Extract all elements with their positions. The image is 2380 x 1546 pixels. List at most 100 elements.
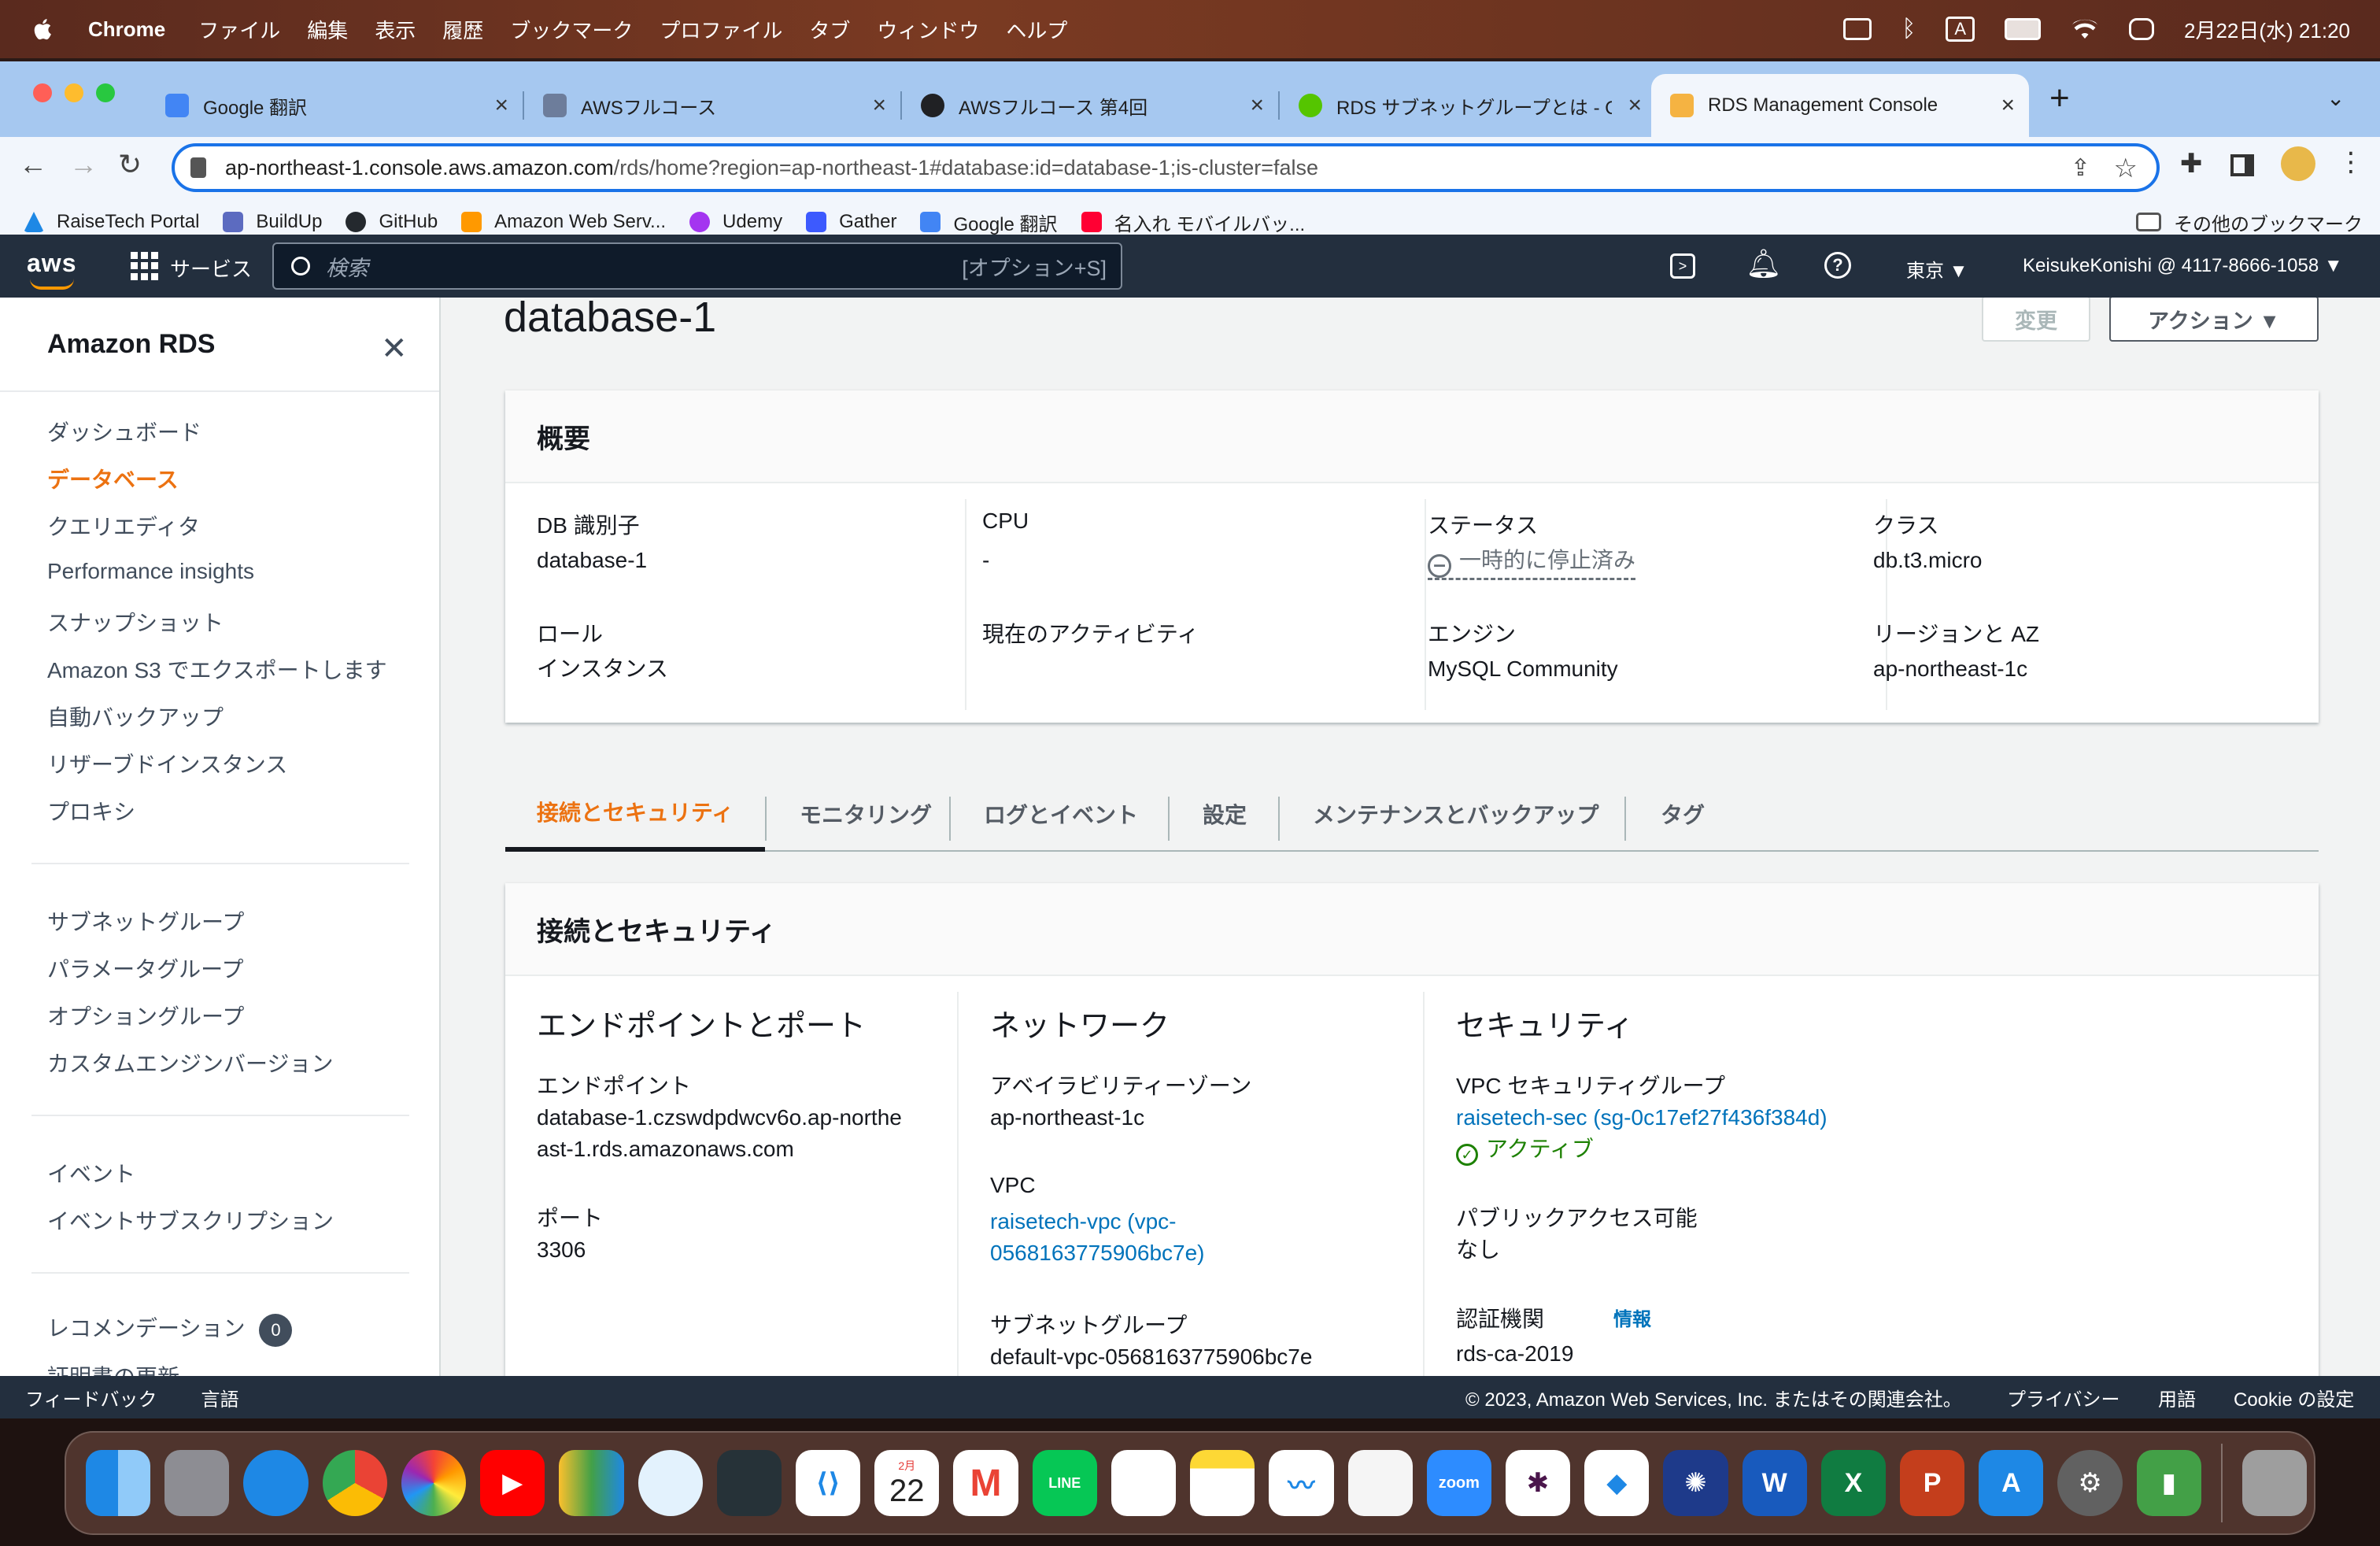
cookie-settings-link[interactable]: Cookie の設定 <box>2234 1384 2354 1411</box>
aws-logo[interactable]: aws <box>27 249 76 290</box>
notifications-bell-icon[interactable]: 🔔︎ <box>1746 247 1782 280</box>
trash-icon[interactable] <box>2241 1450 2308 1516</box>
browser-tab-google-translate[interactable]: Google 翻訳 × <box>146 74 523 137</box>
excel-icon[interactable]: X <box>1820 1450 1887 1516</box>
menu-view[interactable]: 表示 <box>375 15 416 44</box>
display-icon[interactable] <box>1843 18 1872 40</box>
battery-icon[interactable] <box>2005 18 2042 40</box>
profile-avatar[interactable] <box>2281 146 2315 181</box>
tab-close-icon[interactable]: × <box>872 92 886 119</box>
actions-button[interactable]: アクション ▼ <box>2109 298 2319 342</box>
photos-icon[interactable] <box>401 1450 467 1516</box>
apple-icon[interactable] <box>30 16 57 43</box>
window-minimize-button[interactable] <box>65 83 83 102</box>
bookmark-buildup[interactable]: BuildUp <box>223 211 322 233</box>
sidebar-item-query-editor[interactable]: クエリエディタ <box>47 510 200 542</box>
sidebar-item-custom-engine-versions[interactable]: カスタムエンジンバージョン <box>47 1047 333 1078</box>
safari-icon[interactable] <box>243 1450 309 1516</box>
bluetooth-icon[interactable]: ᛒ <box>1901 16 1916 43</box>
extensions-icon[interactable]: ✚ <box>2180 148 2203 179</box>
menu-edit[interactable]: 編集 <box>307 15 348 44</box>
sidebar-item-snapshots[interactable]: スナップショット <box>47 606 224 638</box>
bookmark-google-translate[interactable]: Google 翻訳 <box>920 209 1058 236</box>
notes-app-icon[interactable] <box>559 1450 624 1516</box>
cluster-app-icon[interactable]: ✺ <box>1663 1450 1728 1516</box>
new-tab-button[interactable]: + <box>2049 79 2070 118</box>
launchpad-icon[interactable] <box>164 1450 230 1516</box>
terms-link[interactable]: 用語 <box>2158 1384 2196 1411</box>
sidebar-item-automated-backups[interactable]: 自動バックアップ <box>47 701 224 732</box>
cloudshell-icon[interactable]: > <box>1670 253 1695 279</box>
services-menu[interactable]: サービス <box>170 253 252 283</box>
textedit-icon[interactable] <box>1347 1450 1413 1516</box>
lock-icon[interactable] <box>190 157 206 178</box>
input-source-indicator[interactable]: A <box>1946 17 1975 42</box>
screen-recorder-icon[interactable] <box>638 1450 703 1516</box>
sidebar-item-parameter-groups[interactable]: パラメータグループ <box>47 952 243 984</box>
menu-profile[interactable]: プロファイル <box>660 15 782 44</box>
modify-button[interactable]: 変更 <box>1982 298 2090 342</box>
sidebar-item-dashboard[interactable]: ダッシュボード <box>47 416 201 447</box>
close-icon[interactable]: ✕ <box>381 331 408 367</box>
tab-tags[interactable]: タグ <box>1661 776 1705 852</box>
reminders-icon[interactable] <box>1111 1450 1177 1516</box>
notes-icon[interactable] <box>1190 1450 1255 1516</box>
aws-search-input[interactable]: 検索 [オプション+S] <box>272 242 1122 290</box>
side-panel-icon[interactable] <box>2230 154 2254 176</box>
bookmark-gather[interactable]: Gather <box>806 211 896 233</box>
system-settings-icon[interactable]: ⚙ <box>2057 1450 2123 1516</box>
account-menu[interactable]: KeisukeKonishi @ 4117-8666-1058 ▼ <box>2023 255 2343 277</box>
menu-file[interactable]: ファイル <box>198 15 280 44</box>
wifi-icon[interactable] <box>2071 18 2099 40</box>
menu-bookmarks[interactable]: ブックマーク <box>510 15 633 44</box>
chrome-menu-icon[interactable]: ⋮ <box>2338 146 2364 178</box>
menu-help[interactable]: ヘルプ <box>1006 15 1067 44</box>
language-link[interactable]: 言語 <box>201 1384 239 1411</box>
calendar-icon[interactable]: 2月 22 <box>874 1450 940 1516</box>
keynote-like-icon[interactable]: ◆ <box>1584 1450 1650 1516</box>
bookmark-github[interactable]: GitHub <box>346 211 438 233</box>
sidebar-item-performance-insights[interactable]: Performance insights <box>47 559 254 584</box>
numbers-icon[interactable]: ▮ <box>2136 1450 2201 1516</box>
vscode-icon[interactable]: ⟨⟩ <box>795 1450 861 1516</box>
sidebar-item-subnet-groups[interactable]: サブネットグループ <box>47 905 244 937</box>
menu-history[interactable]: 履歴 <box>442 15 483 44</box>
sidebar-item-event-subscriptions[interactable]: イベントサブスクリプション <box>47 1204 334 1236</box>
tab-monitoring[interactable]: モニタリング <box>800 776 932 852</box>
menu-window[interactable]: ウィンドウ <box>877 15 979 44</box>
security-group-link[interactable]: raisetech-sec (sg-0c17ef27f436f384d) <box>1456 1102 1828 1134</box>
privacy-link[interactable]: プライバシー <box>2007 1384 2120 1411</box>
sidebar-item-option-groups[interactable]: オプショングループ <box>47 1000 244 1031</box>
tab-logs-events[interactable]: ログとイベント <box>984 776 1138 852</box>
zoom-icon[interactable]: zoom <box>1426 1450 1491 1516</box>
browser-tab-aws-course-4[interactable]: AWSフルコース 第4回 × <box>902 74 1278 137</box>
share-icon[interactable]: ⇪ <box>2071 154 2090 182</box>
reload-button[interactable]: ↻ <box>118 148 142 181</box>
menu-tab[interactable]: タブ <box>809 15 850 44</box>
feedback-link[interactable]: フィードバック <box>25 1384 157 1411</box>
menu-app-name[interactable]: Chrome <box>88 17 165 42</box>
browser-tab-aws-course[interactable]: AWSフルコース × <box>524 74 900 137</box>
services-grid-icon[interactable] <box>131 252 159 280</box>
sidebar-item-certificate-update[interactable]: 証明書の更新 <box>47 1360 179 1376</box>
final-cut-icon[interactable] <box>716 1450 782 1516</box>
forward-button[interactable]: → <box>69 148 98 181</box>
youtube-icon[interactable]: ▶ <box>480 1450 545 1516</box>
finder-icon[interactable] <box>86 1450 151 1516</box>
gmail-icon[interactable]: M <box>953 1450 1018 1516</box>
window-close-button[interactable] <box>33 83 52 102</box>
bookmark-yahoo[interactable]: 名入れ モバイルバッ... <box>1081 209 1305 236</box>
tab-search-chevron-icon[interactable]: ⌄ <box>2326 85 2345 111</box>
tab-close-icon[interactable]: × <box>1628 92 1642 119</box>
tab-close-icon[interactable]: × <box>1250 92 1264 119</box>
slack-icon[interactable]: ✱ <box>1505 1450 1571 1516</box>
vpc-link[interactable]: raisetech-vpc (vpc-0568163775906bc7e) <box>990 1206 1250 1269</box>
status-value[interactable]: – 一時的に停止済み <box>1428 545 1636 580</box>
app-store-icon[interactable]: A <box>1979 1450 2044 1516</box>
control-center-icon[interactable] <box>2129 18 2155 40</box>
tab-close-icon[interactable]: × <box>2001 92 2015 119</box>
sidebar-item-s3-export[interactable]: Amazon S3 でエクスポートします <box>47 653 387 685</box>
ca-info-link[interactable]: 情報 <box>1613 1304 1651 1331</box>
sidebar-item-reserved-instances[interactable]: リザーブドインスタンス <box>47 748 287 779</box>
tab-connectivity-security[interactable]: 接続とセキュリティ <box>505 776 765 852</box>
